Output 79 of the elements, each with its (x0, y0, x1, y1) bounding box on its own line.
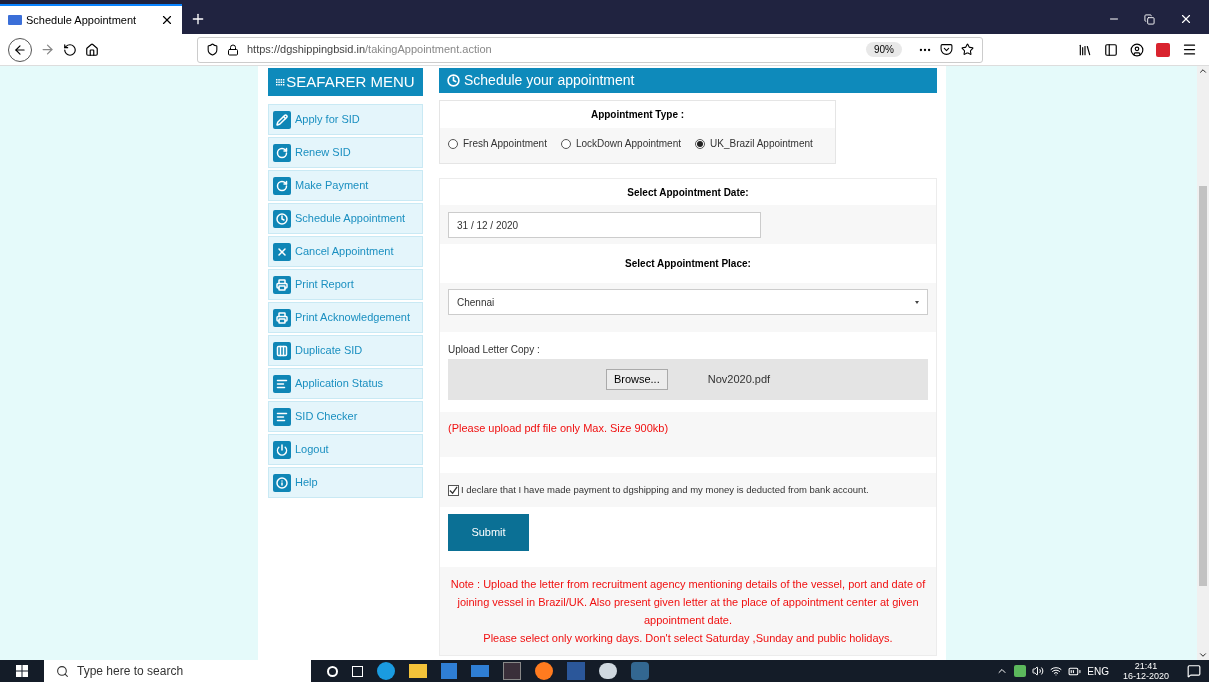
language-indicator[interactable]: ENG (1087, 663, 1109, 679)
sidebar-item[interactable]: Application Status (268, 368, 423, 399)
back-arrow-icon (13, 42, 27, 57)
date-field[interactable]: 31 / 12 / 2020 (448, 212, 761, 238)
clock-icon (447, 74, 460, 87)
search-icon (56, 664, 69, 678)
home-icon[interactable] (85, 42, 99, 57)
lock-icon (227, 43, 239, 56)
sidebar-item[interactable]: Cancel Appointment (268, 236, 423, 267)
sidebar-icon[interactable] (1104, 42, 1118, 57)
columns-icon (273, 341, 291, 360)
zoom-badge[interactable]: 90% (866, 42, 902, 57)
menu-header: SEAFARER MENU (268, 68, 423, 96)
info-icon (273, 473, 291, 492)
clock[interactable]: 21:41 16-12-2020 (1122, 661, 1169, 681)
sidebar-item[interactable]: Help (268, 467, 423, 498)
scrollbar[interactable] (1197, 66, 1209, 660)
pencil-icon (273, 110, 291, 129)
scroll-up-icon[interactable] (1198, 66, 1208, 76)
pocket-icon[interactable] (940, 43, 953, 56)
list-icon (273, 374, 291, 393)
library-icon[interactable] (1078, 42, 1092, 57)
grid-icon (276, 78, 286, 86)
star-icon[interactable] (961, 43, 974, 56)
appointment-radio[interactable]: LockDown Appointment (560, 136, 681, 151)
sidebar-item[interactable]: Schedule Appointment (268, 203, 423, 234)
form-header: Schedule your appointment (439, 68, 937, 93)
forward-icon[interactable] (40, 42, 55, 57)
address-bar[interactable]: https://dgshippingbsid.in/takingAppointment.action 90% (197, 36, 983, 63)
sidebar-item[interactable]: SID Checker (268, 401, 423, 432)
browser-tab[interactable]: Schedule Appointment (0, 4, 182, 34)
appointment-radio[interactable]: Fresh Appointment (448, 136, 547, 151)
menu-icon[interactable] (1182, 42, 1197, 57)
account-icon[interactable] (1130, 42, 1144, 57)
notifications-icon[interactable] (1187, 664, 1201, 678)
sidebar-item[interactable]: Renew SID (268, 137, 423, 168)
restore-icon[interactable] (1144, 13, 1155, 25)
clock-icon (273, 209, 291, 228)
browse-button[interactable]: Browse... (605, 369, 668, 390)
close-icon[interactable] (160, 13, 174, 27)
extension-icon[interactable] (1156, 42, 1170, 57)
sidebar-item[interactable]: Make Payment (268, 170, 423, 201)
upload-label: Upload Letter Copy : (448, 343, 541, 357)
sidebar-item[interactable]: Duplicate SID (268, 335, 423, 366)
refresh-icon (273, 176, 291, 195)
declaration-text: I declare that I have made payment to dgshipping and my money is deducted from bank account. (461, 482, 869, 497)
note-text: Note : Upload the letter from recruitment agency mentioning details of the vessel, port and date of joining vessel in Brazil/UK. Also present given letter at the place of appointment center at given appointment date. (449, 577, 927, 628)
task-view-icon[interactable] (352, 665, 363, 677)
upload-hint: (Please upload pdf file only Max. Size 900kb) (448, 421, 670, 436)
sidebar-item[interactable]: Print Acknowledgement (268, 302, 423, 333)
type-label: Appointment Type : (440, 101, 835, 128)
dropdown-icon (915, 300, 919, 304)
note-text: Please select only working days. Don't select Saturday ,Sunday and public holidays. (482, 631, 894, 646)
close-icon (273, 242, 291, 261)
volume-icon[interactable] (1032, 665, 1045, 677)
shield-icon (206, 43, 219, 56)
list-icon (273, 407, 291, 426)
sidebar-item[interactable]: Print Report (268, 269, 423, 300)
submit-button[interactable]: Submit (448, 514, 529, 551)
windows-icon[interactable] (16, 665, 28, 677)
reload-icon[interactable] (63, 42, 77, 57)
refresh-icon (273, 143, 291, 162)
power-icon (273, 440, 291, 459)
place-select[interactable]: Chennai (448, 289, 928, 315)
declaration-checkbox[interactable] (448, 484, 459, 496)
place-label: Select Appointment Place: (624, 257, 752, 271)
sidebar-item[interactable]: Logout (268, 434, 423, 465)
cortana-icon[interactable] (327, 665, 338, 677)
sidebar-item[interactable]: Apply for SID (268, 104, 423, 135)
appointment-radio[interactable]: UK_Brazil Appointment (695, 136, 813, 151)
printer-icon (273, 275, 291, 294)
new-tab-icon[interactable] (190, 11, 206, 27)
close-icon[interactable] (1179, 12, 1193, 26)
scroll-down-icon[interactable] (1198, 650, 1208, 660)
wifi-icon[interactable] (1050, 665, 1063, 677)
date-label: Select Appointment Date: (626, 185, 750, 200)
taskbar-search[interactable]: Type here to search (44, 660, 311, 682)
file-name: Nov2020.pdf (707, 372, 771, 388)
printer-icon (273, 308, 291, 327)
